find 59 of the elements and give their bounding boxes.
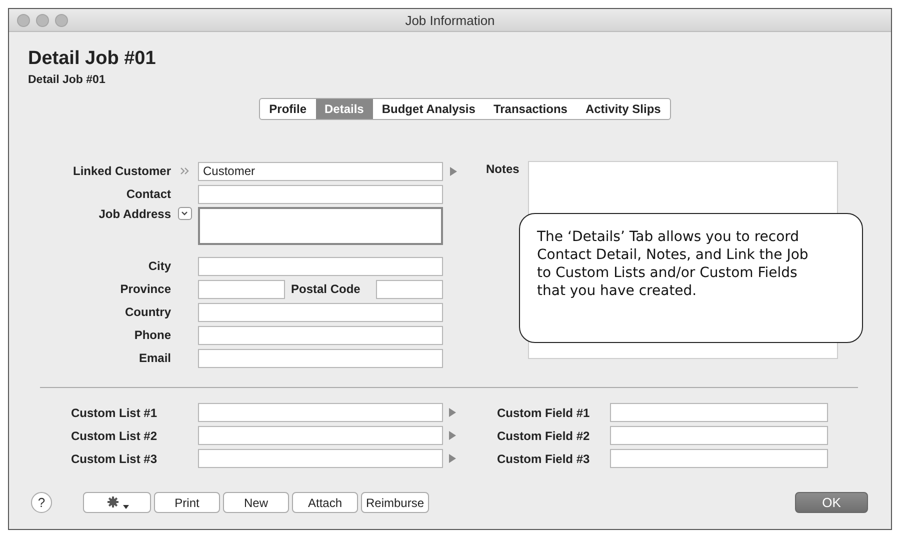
- arrow-icon[interactable]: [450, 166, 457, 176]
- arrow-icon[interactable]: [449, 454, 456, 463]
- field-label: Job Address: [98, 207, 171, 221]
- tab[interactable]: Activity Slips: [576, 99, 670, 119]
- input-field[interactable]: [610, 426, 828, 445]
- gear-icon: [106, 496, 120, 509]
- tab[interactable]: Transactions: [484, 99, 576, 119]
- caret-icon: [122, 504, 128, 508]
- input-field[interactable]: [198, 326, 443, 344]
- input-field[interactable]: [198, 449, 443, 468]
- input-field[interactable]: [198, 302, 443, 322]
- input-field[interactable]: [198, 426, 443, 445]
- job-heading: Detail Job #01: [28, 48, 156, 70]
- input-field[interactable]: [198, 403, 443, 422]
- custom-field-label: Custom Field #1: [497, 406, 591, 420]
- minimize-icon[interactable]: [36, 14, 49, 26]
- custom-list-label: Custom List #1: [70, 406, 158, 420]
- input-field[interactable]: [198, 256, 443, 276]
- arrow-icon[interactable]: [449, 431, 456, 440]
- input-field[interactable]: [198, 348, 443, 368]
- custom-field-label: Custom Field #3: [497, 452, 591, 466]
- zoom-icon[interactable]: [55, 14, 68, 26]
- field-label: Linked Customer: [72, 164, 171, 178]
- tab[interactable]: Profile: [260, 99, 316, 119]
- custom-list-label: Custom List #3: [70, 452, 158, 466]
- window-title: Job Information: [405, 12, 495, 28]
- ok-button[interactable]: OK: [795, 492, 868, 513]
- help-button[interactable]: ?: [31, 492, 52, 513]
- dropdown-button[interactable]: [178, 207, 192, 220]
- double-chevron-icon[interactable]: [180, 167, 189, 175]
- arrow-icon[interactable]: [449, 408, 456, 417]
- tab[interactable]: Details: [316, 99, 373, 119]
- field-label: Postal Code: [291, 282, 360, 296]
- caret-icon: [181, 211, 188, 216]
- job-subheading: Detail Job #01: [28, 74, 106, 86]
- notes-label: Notes: [486, 162, 520, 176]
- input-field[interactable]: [610, 449, 828, 468]
- field-label: Contact: [126, 187, 171, 201]
- toolbar-button[interactable]: Reimburse: [361, 492, 430, 513]
- input-field[interactable]: [198, 280, 285, 298]
- field-label: City: [148, 259, 171, 273]
- field-label: Email: [138, 351, 171, 365]
- custom-list-label: Custom List #2: [70, 428, 158, 442]
- address-field[interactable]: [198, 207, 443, 245]
- input-field[interactable]: Customer: [198, 162, 443, 180]
- input-field[interactable]: [610, 403, 828, 422]
- input-field[interactable]: [198, 184, 443, 204]
- toolbar-button[interactable]: New: [223, 492, 289, 513]
- gear-menu-button[interactable]: [83, 492, 151, 513]
- field-label: Province: [120, 282, 171, 296]
- input-field[interactable]: [376, 280, 443, 298]
- toolbar-button[interactable]: Attach: [292, 492, 358, 513]
- callout-tooltip: The ‘Details’ Tab allows you to record Contact Detail, Notes, and Link the Job to Custom Lists and/or Custom Fields that you have created.: [519, 213, 863, 343]
- field-label: Country: [125, 305, 171, 319]
- field-label: Phone: [134, 328, 171, 342]
- custom-field-label: Custom Field #2: [497, 428, 591, 442]
- toolbar-button[interactable]: Print: [154, 492, 220, 513]
- close-icon[interactable]: [17, 14, 30, 26]
- tab[interactable]: Budget Analysis: [372, 99, 484, 119]
